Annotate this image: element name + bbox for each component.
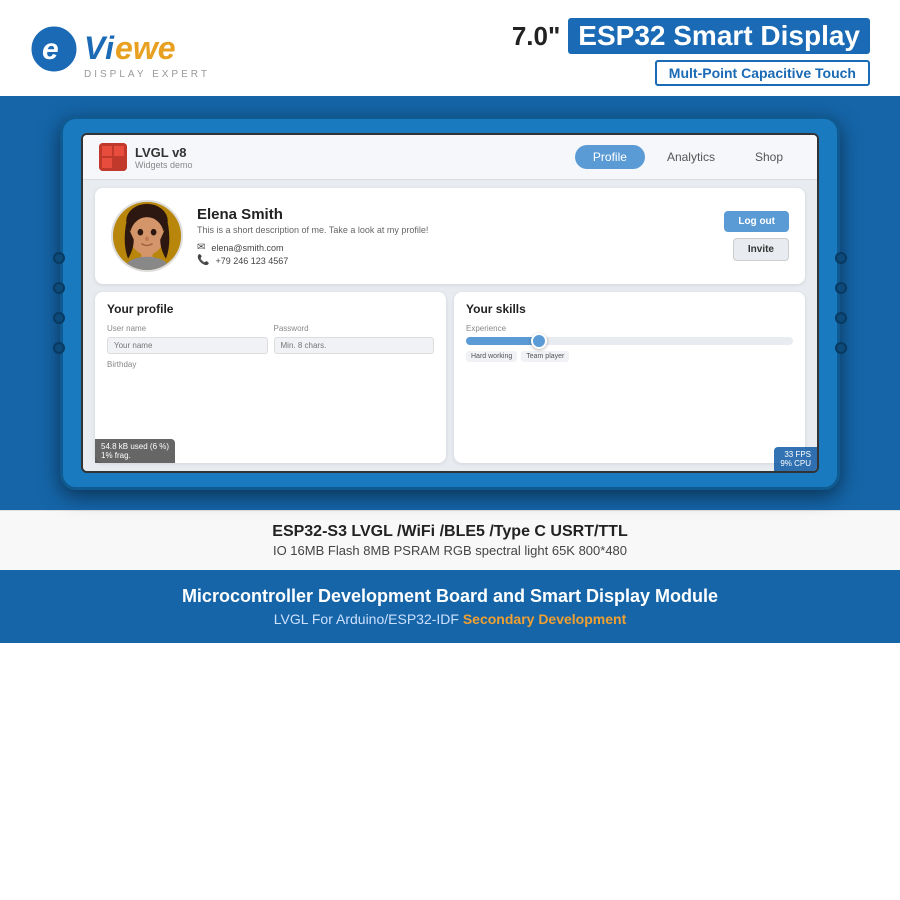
skill-tag-1: Team player [521, 351, 569, 362]
logo-text-v: Vi [84, 30, 115, 67]
lvgl-header: LVGL v8 Widgets demo Profile Analytics S… [83, 135, 817, 180]
profile-name: Elena Smith [197, 206, 710, 223]
status-left: 54.8 kB used (6 %) 1% frag. [95, 439, 175, 463]
your-skills-card: Your skills Experience Hard working Team… [454, 292, 805, 463]
phone-icon: 📞 [197, 255, 209, 266]
footer-line1: Microcontroller Development Board and Sm… [40, 586, 860, 607]
footer-accent: Secondary Development [463, 611, 626, 627]
hole [835, 282, 847, 294]
lvgl-logo: LVGL v8 Widgets demo [99, 143, 193, 171]
lvgl-ui: LVGL v8 Widgets demo Profile Analytics S… [83, 135, 817, 471]
skill-tag-0: Hard working [466, 351, 517, 362]
right-holes [835, 252, 847, 354]
hole [53, 252, 65, 264]
specs-line1: ESP32-S3 LVGL /WiFi /BLE5 /Type C USRT/T… [40, 523, 860, 541]
phone-value: +79 246 123 4567 [215, 256, 288, 266]
invite-button[interactable]: Invite [733, 238, 789, 261]
skill-handle[interactable] [531, 333, 547, 349]
screen: LVGL v8 Widgets demo Profile Analytics S… [81, 133, 819, 473]
profile-desc: This is a short description of me. Take … [197, 225, 710, 237]
avatar-image [113, 202, 181, 270]
tab-shop[interactable]: Shop [737, 145, 801, 169]
title-accent: ESP32 Smart Display [568, 18, 870, 54]
skill-tags: Hard working Team player [466, 351, 793, 362]
title-size: 7.0" [512, 21, 560, 52]
status-fps: 33 FPS [780, 450, 811, 459]
specs-section: ESP32-S3 LVGL /WiFi /BLE5 /Type C USRT/T… [0, 510, 900, 570]
your-profile-title: Your profile [107, 302, 434, 316]
device-section: LVGL v8 Widgets demo Profile Analytics S… [0, 96, 900, 510]
username-input[interactable] [107, 337, 268, 354]
profile-info: Elena Smith This is a short description … [197, 206, 710, 267]
logo-row: e Vi ewe [30, 25, 176, 73]
footer-prefix: LVGL For Arduino/ESP32-IDF [274, 611, 459, 627]
tab-analytics[interactable]: Analytics [649, 145, 733, 169]
bottom-cards: Your profile User name Password [95, 292, 805, 463]
birthday-label: Birthday [107, 360, 434, 369]
skill-bar-fill [466, 337, 538, 345]
experience-label: Experience [466, 324, 793, 333]
footer-section: Microcontroller Development Board and Sm… [0, 570, 900, 643]
main-title-row: 7.0" ESP32 Smart Display [512, 18, 870, 54]
specs-line2: IO 16MB Flash 8MB PSRAM RGB spectral lig… [40, 543, 860, 558]
status-cpu: 9% CPU [780, 459, 811, 468]
status-frag: 1% frag. [101, 451, 169, 460]
skill-bar[interactable] [466, 337, 793, 345]
email-row: ✉ elena@smith.com [197, 242, 710, 253]
password-field-group: Password [274, 324, 435, 354]
hole [835, 252, 847, 264]
profile-form: User name Password [107, 324, 434, 354]
pcb-board: LVGL v8 Widgets demo Profile Analytics S… [60, 116, 840, 490]
lvgl-logo-icon [99, 143, 127, 171]
username-field-group: User name [107, 324, 268, 354]
profile-actions: Log out Invite [724, 211, 789, 261]
subtitle-box: Mult-Point Capacitive Touch [655, 60, 870, 86]
tab-profile[interactable]: Profile [575, 145, 645, 169]
hole [835, 312, 847, 324]
hole [53, 312, 65, 324]
brand-icon: e [30, 25, 78, 73]
top-header: e Vi ewe DISPLAY EXPERT 7.0" ESP32 Smart… [0, 0, 900, 96]
logo-area: e Vi ewe DISPLAY EXPERT [30, 25, 210, 80]
left-holes [53, 252, 65, 354]
hole [835, 342, 847, 354]
hole [53, 342, 65, 354]
status-right: 33 FPS 9% CPU [774, 447, 817, 471]
phone-row: 📞 +79 246 123 4567 [197, 255, 710, 266]
logout-button[interactable]: Log out [724, 211, 789, 232]
display-expert-text: DISPLAY EXPERT [84, 69, 210, 80]
email-value: elena@smith.com [211, 243, 283, 253]
avatar [111, 200, 183, 272]
logo-text-ewe: ewe [115, 30, 175, 67]
footer-line2: LVGL For Arduino/ESP32-IDF Secondary Dev… [40, 611, 860, 627]
lvgl-tabs[interactable]: Profile Analytics Shop [575, 145, 801, 169]
username-label: User name [107, 324, 268, 333]
header-right: 7.0" ESP32 Smart Display Mult-Point Capa… [512, 18, 870, 86]
profile-card: Elena Smith This is a short description … [95, 188, 805, 284]
svg-text:e: e [42, 33, 59, 66]
status-memory: 54.8 kB used (6 %) [101, 442, 169, 451]
birthday-group: Birthday [107, 360, 434, 369]
lvgl-logo-text: LVGL v8 Widgets demo [135, 145, 193, 170]
your-profile-card: Your profile User name Password [95, 292, 446, 463]
password-input[interactable] [274, 337, 435, 354]
email-icon: ✉ [197, 242, 205, 253]
hole [53, 282, 65, 294]
lvgl-content: Elena Smith This is a short description … [83, 180, 817, 471]
password-label: Password [274, 324, 435, 333]
your-skills-title: Your skills [466, 302, 793, 316]
profile-contact: ✉ elena@smith.com 📞 +79 246 123 4567 [197, 242, 710, 266]
